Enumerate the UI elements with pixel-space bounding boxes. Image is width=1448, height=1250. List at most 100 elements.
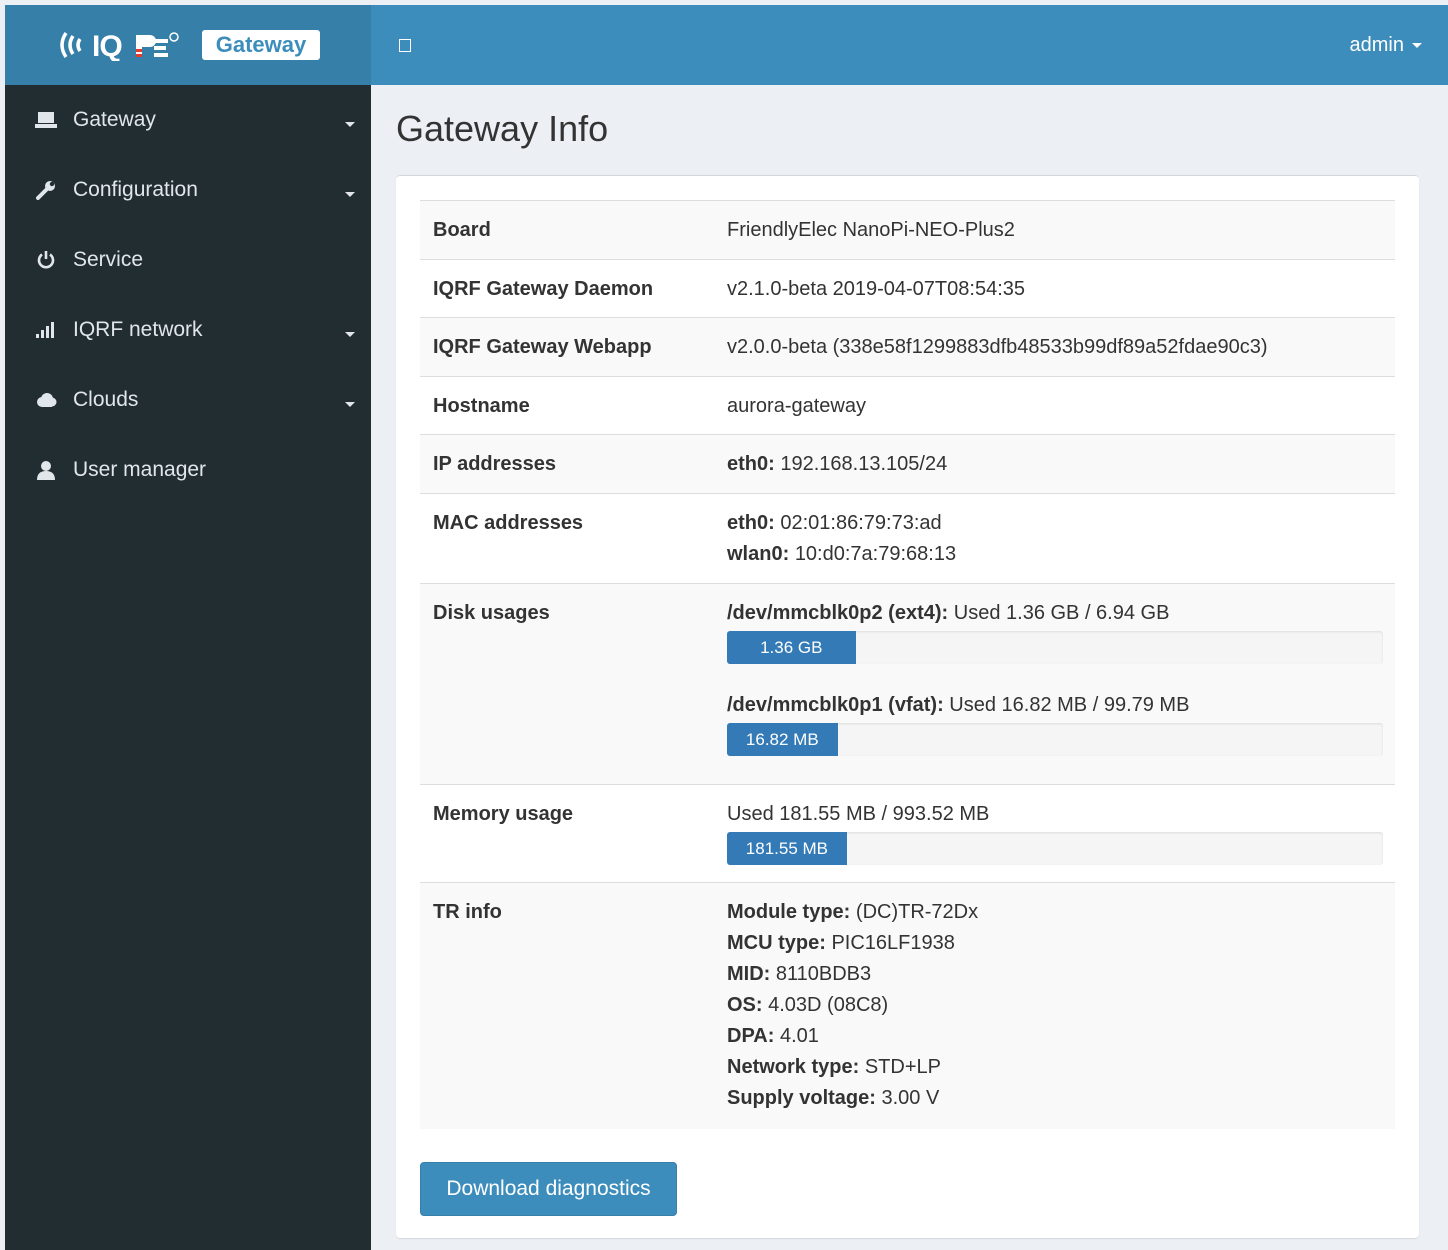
board-value: FriendlyElec NanoPi-NEO-Plus2	[714, 200, 1395, 260]
disk-usage-value: /dev/mmcblk0p2 (ext4): Used 1.36 GB / 6.…	[714, 583, 1395, 785]
cloud-icon	[33, 392, 59, 408]
disk-device: /dev/mmcblk0p2 (ext4):	[727, 602, 949, 624]
disk-entry: /dev/mmcblk0p2 (ext4): Used 1.36 GB / 6.…	[727, 602, 1383, 664]
disk-usage-text: Used 16.82 MB / 99.79 MB	[949, 694, 1190, 716]
row-label: IQRF Gateway Daemon	[420, 259, 714, 318]
tr-info-value: Module type: (DC)TR-72Dx MCU type: PIC16…	[714, 882, 1395, 1129]
disk-entry: /dev/mmcblk0p1 (vfat): Used 16.82 MB / 9…	[727, 694, 1383, 756]
tr-info-line: OS: 4.03D (08C8)	[727, 990, 1383, 1021]
table-row: IP addresses eth0: 192.168.13.105/24	[420, 434, 1395, 494]
hostname-value: aurora-gateway	[714, 376, 1395, 435]
table-row: Board FriendlyElec NanoPi-NEO-Plus2	[420, 200, 1395, 260]
disk-progress: 16.82 MB	[727, 723, 1383, 756]
sidebar-item-label: Gateway	[73, 108, 156, 131]
memory-usage-text: Used 181.55 MB / 993.52 MB	[727, 803, 990, 825]
tr-info-key: OS:	[727, 994, 763, 1016]
row-label: Memory usage	[420, 784, 714, 883]
tr-info-val: 3.00 V	[881, 1087, 940, 1109]
row-label: Disk usages	[420, 583, 714, 785]
tr-info-line: MID: 8110BDB3	[727, 959, 1383, 990]
iface-name: eth0:	[727, 453, 775, 475]
tr-info-val: 8110BDB3	[775, 963, 872, 985]
tr-info-val: (DC)TR-72Dx	[855, 901, 979, 923]
svg-text:IQ: IQ	[92, 30, 122, 61]
disk-progress-bar: 16.82 MB	[727, 723, 838, 756]
row-label: Board	[420, 200, 714, 260]
disk-progress: 1.36 GB	[727, 631, 1383, 664]
caret-down-icon	[345, 331, 355, 337]
sidebar-item-label: Configuration	[73, 178, 198, 201]
table-row: TR info Module type: (DC)TR-72Dx MCU typ…	[420, 882, 1395, 1129]
disk-usage-text: Used 1.36 GB / 6.94 GB	[953, 602, 1170, 624]
memory-usage-value: Used 181.55 MB / 993.52 MB 181.55 MB	[714, 784, 1395, 883]
tr-info-key: Module type:	[727, 901, 851, 923]
tr-info-line: Network type: STD+LP	[727, 1052, 1383, 1083]
ip-value: eth0: 192.168.13.105/24	[714, 434, 1395, 494]
laptop-icon	[33, 111, 59, 129]
tr-info-key: Network type:	[727, 1056, 860, 1078]
tr-info-val: 4.01	[779, 1025, 819, 1047]
sidebar: IQ Gateway Gateway Configuration Service…	[5, 5, 371, 1250]
logo[interactable]: IQ Gateway	[5, 5, 371, 85]
iqrf-wordmark-icon: IQ	[92, 30, 179, 61]
sidebar-item-iqrf-network[interactable]: IQRF network	[5, 295, 371, 365]
iface-name: wlan0:	[727, 543, 790, 565]
sidebar-item-clouds[interactable]: Clouds	[5, 365, 371, 435]
table-row: MAC addresses eth0: 02:01:86:79:73:ad wl…	[420, 493, 1395, 584]
mac-line: eth0: 02:01:86:79:73:ad	[727, 508, 1383, 539]
row-label: IQRF Gateway Webapp	[420, 317, 714, 377]
disk-progress-bar: 1.36 GB	[727, 631, 856, 664]
power-icon	[33, 250, 59, 270]
tr-info-line: Module type: (DC)TR-72Dx	[727, 897, 1383, 928]
gateway-badge: Gateway	[201, 30, 321, 60]
mac-value: eth0: 02:01:86:79:73:ad wlan0: 10:d0:7a:…	[714, 493, 1395, 584]
iqrf-logo-icon: IQ	[56, 29, 188, 61]
memory-progress-bar: 181.55 MB	[727, 832, 847, 865]
iface-name: eth0:	[727, 512, 775, 534]
sidebar-item-gateway[interactable]: Gateway	[5, 85, 371, 155]
webapp-version: v2.0.0-beta (338e58f1299883dfb48533b99df…	[714, 317, 1395, 377]
caret-down-icon	[1412, 42, 1422, 48]
gateway-info-box: Board FriendlyElec NanoPi-NEO-Plus2 IQRF…	[396, 175, 1419, 1238]
download-diagnostics-button[interactable]: Download diagnostics	[420, 1162, 677, 1216]
sidebar-item-user-manager[interactable]: User manager	[5, 435, 371, 505]
sidebar-item-label: Clouds	[73, 388, 139, 411]
ip-address: 192.168.13.105/24	[780, 453, 948, 475]
tr-info-line: MCU type: PIC16LF1938	[727, 928, 1383, 959]
daemon-version: v2.1.0-beta 2019-04-07T08:54:35	[714, 259, 1395, 318]
info-table: Board FriendlyElec NanoPi-NEO-Plus2 IQRF…	[420, 200, 1395, 1129]
disk-device: /dev/mmcblk0p1 (vfat):	[727, 694, 944, 716]
table-row: IQRF Gateway Daemon v2.1.0-beta 2019-04-…	[420, 259, 1395, 318]
tr-info-val: PIC16LF1938	[831, 932, 955, 954]
mac-address: 10:d0:7a:79:68:13	[794, 543, 957, 565]
table-row: Disk usages /dev/mmcblk0p2 (ext4): Used …	[420, 583, 1395, 785]
wrench-icon	[33, 180, 59, 200]
sidebar-item-label: Service	[73, 248, 144, 271]
caret-down-icon	[345, 191, 355, 197]
tr-info-key: MCU type:	[727, 932, 826, 954]
sidebar-item-label: IQRF network	[73, 318, 203, 341]
caret-down-icon	[345, 401, 355, 407]
tr-info-key: DPA:	[727, 1025, 775, 1047]
user-name: admin	[1349, 33, 1404, 56]
row-label: TR info	[420, 882, 714, 1129]
tr-info-line: Supply voltage: 3.00 V	[727, 1083, 1383, 1114]
tr-info-key: MID:	[727, 963, 771, 985]
table-row: IQRF Gateway Webapp v2.0.0-beta (338e58f…	[420, 317, 1395, 377]
top-header: admin	[371, 5, 1448, 85]
mac-line: wlan0: 10:d0:7a:79:68:13	[727, 539, 1383, 570]
user-menu[interactable]: admin	[1350, 34, 1422, 57]
sidebar-item-configuration[interactable]: Configuration	[5, 155, 371, 225]
tr-info-val: 4.03D (08C8)	[768, 994, 889, 1016]
table-row: Memory usage Used 181.55 MB / 993.52 MB …	[420, 784, 1395, 883]
tr-info-line: DPA: 4.01	[727, 1021, 1383, 1052]
tr-info-val: STD+LP	[864, 1056, 941, 1078]
sidebar-item-service[interactable]: Service	[5, 225, 371, 295]
sidebar-item-label: User manager	[73, 458, 207, 481]
signal-icon	[33, 322, 59, 338]
user-icon	[33, 460, 59, 480]
table-row: Hostname aurora-gateway	[420, 376, 1395, 435]
sidebar-toggle-icon[interactable]	[399, 38, 411, 52]
memory-progress: 181.55 MB	[727, 832, 1383, 865]
row-label: IP addresses	[420, 434, 714, 494]
